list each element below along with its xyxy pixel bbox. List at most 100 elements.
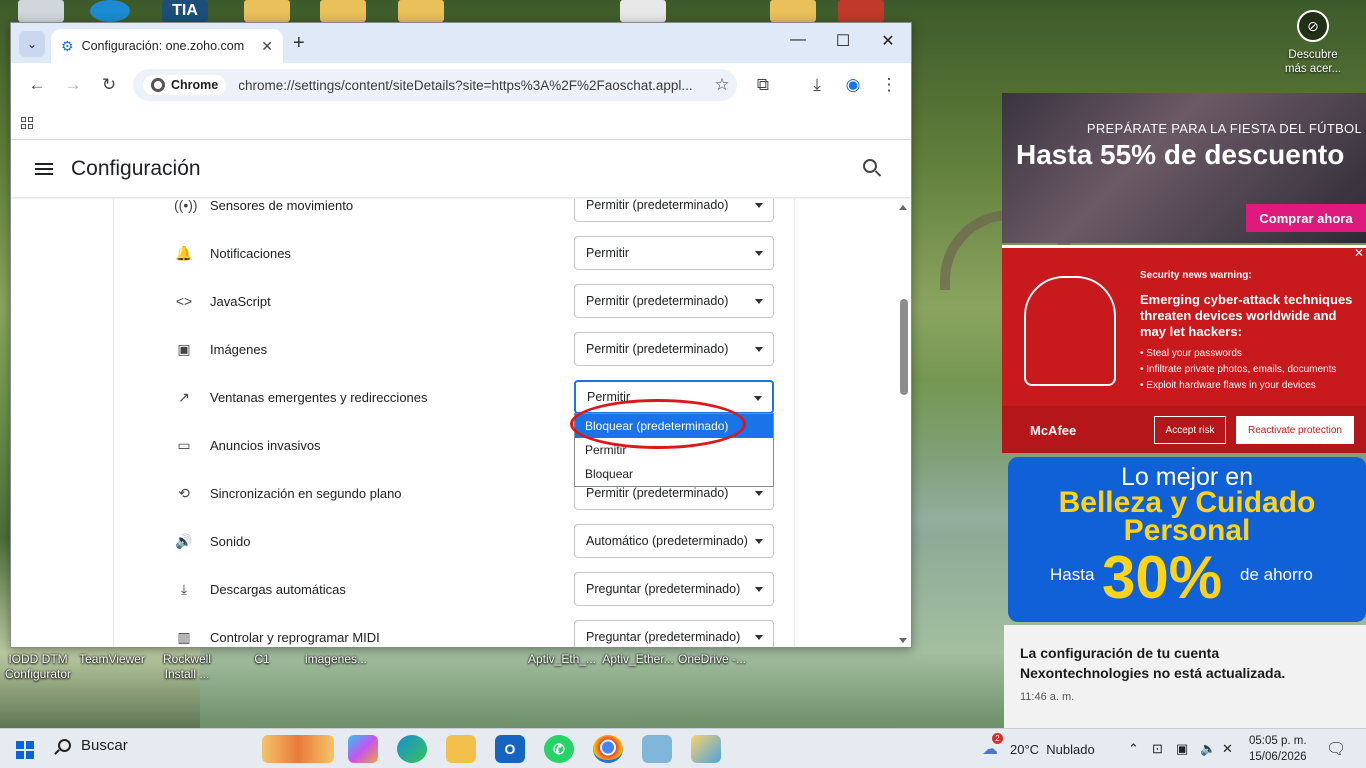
scroll-up-arrow-icon[interactable] [899, 205, 907, 210]
list-item: Infiltrate private photos, emails, docum… [1140, 362, 1336, 378]
permission-select-imagenes[interactable]: Permitir (predeterminado) [574, 332, 774, 366]
mic-muted-icon[interactable]: ✕ [1222, 729, 1233, 768]
clock-date: 15/06/2026 [1249, 751, 1307, 763]
site-details-card: ((•)) Sensores de movimiento Permitir (p… [113, 199, 796, 647]
extensions-icon[interactable]: ⧉ [747, 69, 779, 101]
desktop-icon-folder-3[interactable] [398, 0, 444, 22]
menu-kebab-icon[interactable]: ⋮ [873, 69, 905, 101]
copilot-icon[interactable] [348, 735, 378, 763]
page-title: Configuración [71, 156, 201, 180]
row-label: Notificaciones [210, 245, 291, 261]
desktop-icon-aptiv-eth[interactable]: Aptiv_Eth_... [524, 652, 600, 667]
download-icon[interactable]: ⤓ [801, 69, 833, 101]
ad-beauty[interactable]: Lo mejor en Belleza y Cuidado Personal H… [1008, 457, 1366, 622]
address-bar[interactable]: Chrome chrome://settings/content/siteDet… [133, 69, 737, 101]
desktop-icon-onedrive[interactable]: OneDrive -... [674, 652, 750, 667]
camera-icon[interactable]: ⊡ [1152, 729, 1163, 768]
permission-select-midi[interactable]: Preguntar (predeterminado) [574, 620, 774, 647]
ad-mcafee[interactable]: ✕ Security news warning: Emerging cyber-… [1002, 245, 1366, 453]
apps-grid-icon[interactable] [21, 117, 33, 129]
tab-settings[interactable]: ⚙ Configuración: one.zoho.com ✕ [51, 29, 283, 63]
whatsapp-icon[interactable]: ✆ [544, 735, 574, 763]
desktop-icon-folder-4[interactable] [770, 0, 816, 22]
desktop-icon-c1[interactable]: C1 [226, 652, 298, 667]
image-icon: ▣ [177, 340, 191, 357]
open-in-new-icon: ↗ [178, 388, 190, 405]
chevron-down-icon: ⌄ [26, 37, 38, 51]
file-explorer-icon[interactable] [446, 735, 476, 763]
profile-icon[interactable]: ◉ [837, 69, 869, 101]
taskbar-clock[interactable]: 05:05 p. m. 15/06/2026 [1249, 733, 1307, 765]
app-blue-icon[interactable] [642, 735, 672, 763]
tab-search-button[interactable]: ⌄ [19, 31, 45, 57]
sensor-icon: ((•)) [174, 199, 198, 213]
weather-widget[interactable]: ☁ 2 20°C Nublado [982, 729, 1095, 768]
scroll-down-arrow-icon[interactable] [899, 638, 907, 643]
minimize-button[interactable]: — [783, 31, 813, 49]
close-button[interactable]: ✕ [873, 31, 903, 51]
desktop-icon-folder-1[interactable] [244, 0, 290, 22]
outlook-icon[interactable]: O [495, 735, 525, 763]
edge-icon[interactable] [397, 735, 427, 763]
desktop-icon-teamviewer[interactable]: TeamViewer [74, 652, 150, 667]
row-descargas: ⤓ Descargas automáticas Preguntar (prede… [114, 565, 796, 613]
desktop-icon-app[interactable] [838, 0, 884, 22]
forward-button[interactable]: → [57, 69, 89, 101]
account-notification[interactable]: La configuración de tu cuenta Nexontechn… [1004, 625, 1366, 728]
desktop-icon-edge[interactable] [90, 0, 130, 22]
permission-select-sensores[interactable]: Permitir (predeterminado) [574, 199, 774, 222]
ad3-hasta: Hasta [1050, 565, 1095, 584]
desktop-icon-folder-2[interactable] [320, 0, 366, 22]
maximize-button[interactable]: ☐ [828, 31, 858, 51]
paint-icon[interactable] [691, 735, 721, 763]
list-item: Steal your passwords [1140, 346, 1336, 362]
discover-widget[interactable]: ⊘ Descubre más acer... [1278, 10, 1348, 76]
desktop-icon-doc[interactable] [620, 0, 666, 22]
desktop-icon-recycle[interactable] [18, 0, 64, 22]
buy-now-button[interactable]: Comprar ahora [1246, 204, 1366, 232]
dropdown-option-bloquear[interactable]: Bloquear [575, 462, 773, 486]
permission-select-notificaciones[interactable]: Permitir [574, 236, 774, 270]
desktop-icon-tia[interactable]: TIA [162, 0, 208, 22]
ad-football[interactable]: PREPÁRATE PARA LA FIESTA DEL FÚTBOL Hast… [1002, 93, 1366, 243]
settings-content: ((•)) Sensores de movimiento Permitir (p… [11, 199, 911, 647]
desktop-icon-aptiv-ether[interactable]: Aptiv_Ether... [600, 652, 676, 667]
reload-button[interactable]: ↻ [93, 69, 125, 101]
promo-illustration-icon[interactable] [262, 735, 334, 763]
desktop-icon-imagenes[interactable]: imagenes... [298, 652, 374, 667]
accept-risk-button[interactable]: Accept risk [1154, 416, 1226, 444]
tab-close-icon[interactable]: ✕ [261, 38, 273, 55]
list-item: Exploit hardware flaws in your devices [1140, 378, 1336, 394]
permission-select-sonido[interactable]: Automático (predeterminado) [574, 524, 774, 558]
permission-select-javascript[interactable]: Permitir (predeterminado) [574, 284, 774, 318]
scrollbar[interactable] [899, 199, 909, 647]
notification-text: La configuración de tu cuenta Nexontechn… [1020, 645, 1286, 681]
site-info-chip[interactable]: Chrome [143, 75, 227, 95]
compass-icon: ⊘ [1297, 10, 1329, 42]
windows-start-icon[interactable] [16, 741, 34, 759]
close-icon[interactable]: ✕ [1354, 248, 1364, 260]
network-icon[interactable]: ▣ [1176, 729, 1188, 768]
reactivate-protection-button[interactable]: Reactivate protection [1236, 416, 1354, 444]
taskbar-search[interactable]: Buscar [58, 737, 128, 754]
chrome-icon[interactable] [593, 735, 623, 763]
new-tab-button[interactable]: + [293, 32, 305, 55]
hamburger-menu-icon[interactable] [35, 162, 53, 175]
row-sonido: 🔊 Sonido Automático (predeterminado) [114, 517, 796, 565]
permission-select-descargas[interactable]: Preguntar (predeterminado) [574, 572, 774, 606]
arrow-left-icon: ← [28, 75, 46, 94]
scroll-thumb[interactable] [900, 299, 908, 395]
bookmark-star-icon[interactable]: ☆ [707, 75, 737, 95]
desktop-icon-rockwell[interactable]: Rockwell Install ... [150, 652, 224, 682]
tab-title: Configuración: one.zoho.com [81, 39, 245, 53]
notification-center-icon[interactable]: 🗨 [1326, 729, 1346, 768]
ad-window-icon: ▭ [177, 436, 191, 453]
desktop-icon-iodd[interactable]: IODD DTM Configurator [0, 652, 76, 682]
row-label: Ventanas emergentes y redirecciones [210, 389, 428, 405]
tray-chevron-icon[interactable]: ⌃ [1128, 729, 1139, 768]
back-button[interactable]: ← [21, 69, 53, 101]
search-icon[interactable] [863, 159, 877, 173]
volume-icon[interactable]: 🔈 [1200, 729, 1216, 768]
row-label: Sensores de movimiento [210, 199, 354, 213]
url-text[interactable]: chrome://settings/content/siteDetails?si… [238, 78, 707, 93]
